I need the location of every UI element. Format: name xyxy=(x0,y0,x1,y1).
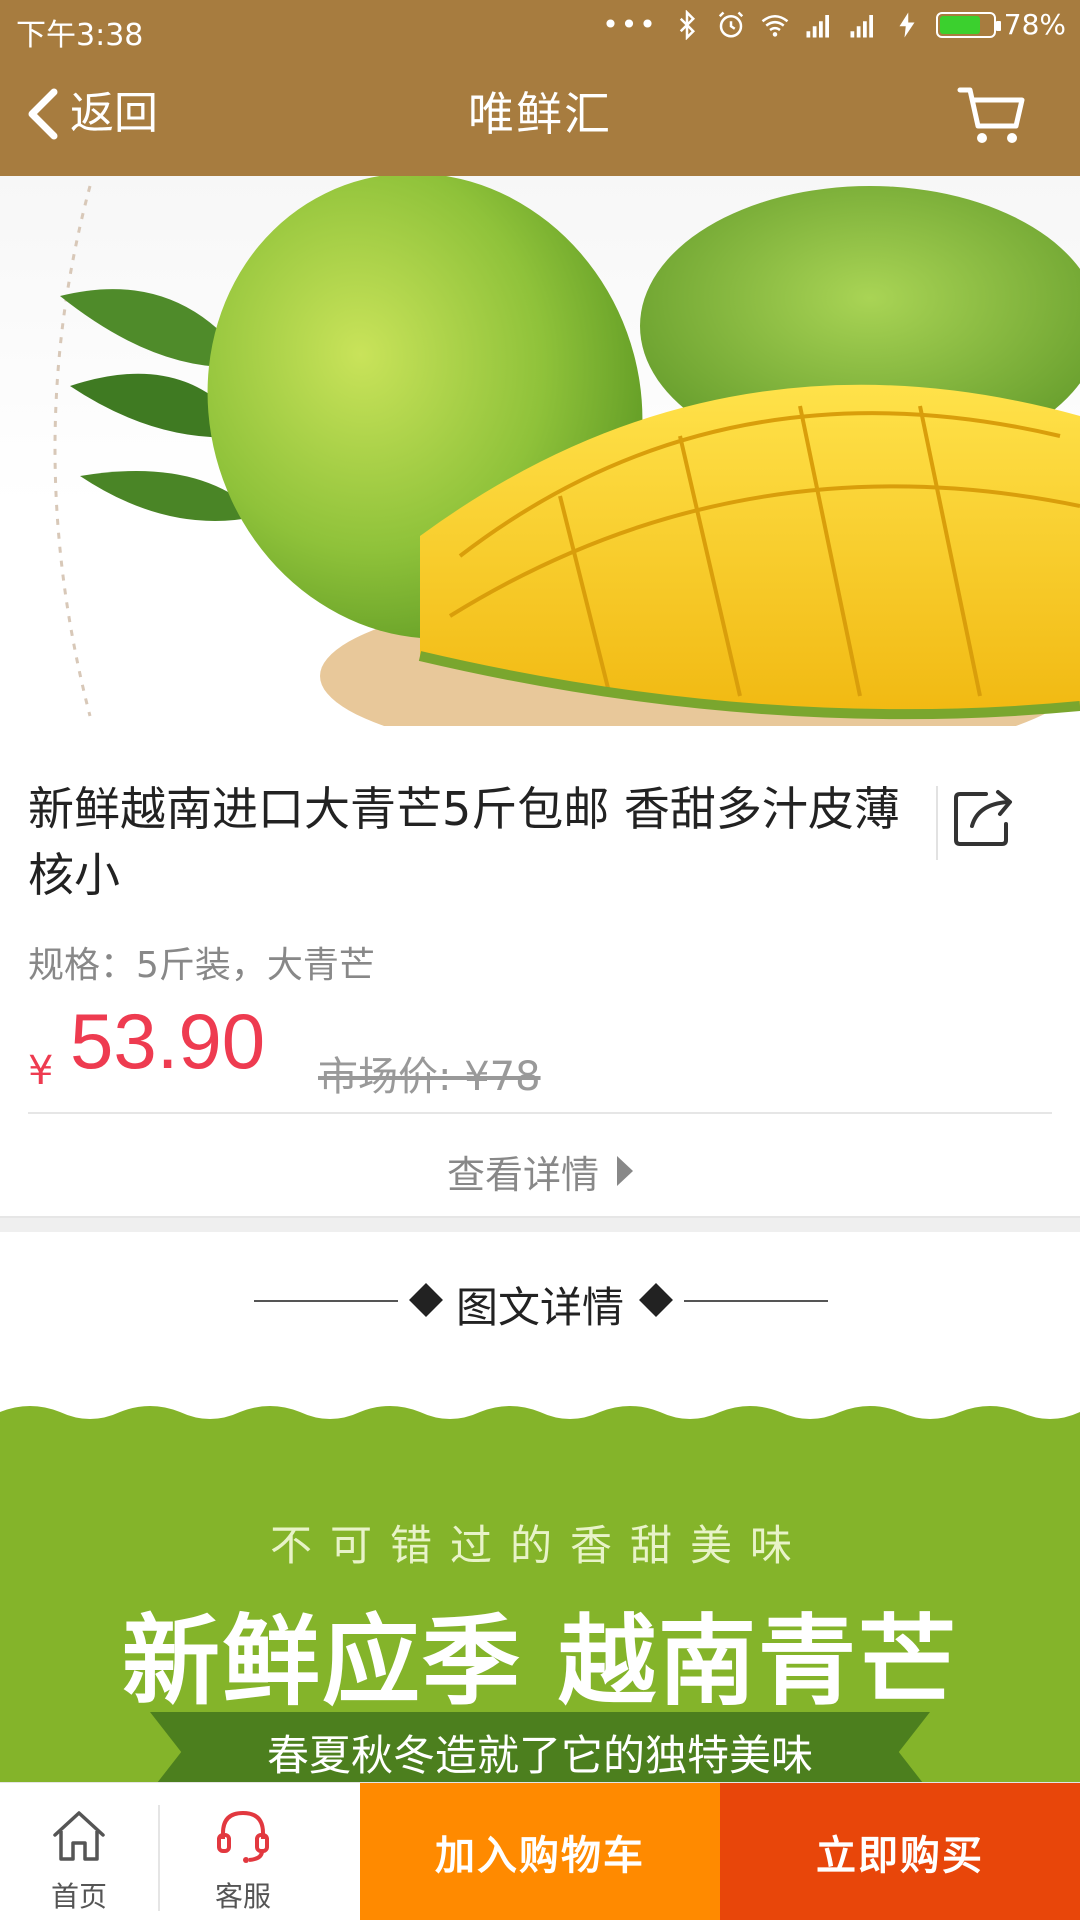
banner-subtitle: 不可错过的香甜美味 xyxy=(269,1521,810,1570)
headset-icon xyxy=(217,1810,269,1863)
bluetooth-icon xyxy=(679,9,695,40)
currency-symbol: ¥ xyxy=(28,1048,54,1094)
product-name: 新鲜越南进口大青芒5斤包邮 香甜多汁皮薄核小 xyxy=(28,782,900,902)
tab-customer-service[interactable]: 客服 xyxy=(168,1783,318,1920)
app-header: 返回 唯鲜汇 xyxy=(0,56,1080,176)
tab-customer-service-label: 客服 xyxy=(214,1880,271,1913)
buy-now-button[interactable]: 立即购买 xyxy=(720,1783,1080,1920)
chevron-right-icon xyxy=(617,1156,633,1186)
tab-home-label: 首页 xyxy=(50,1880,107,1913)
product-price: 53.90 xyxy=(70,997,266,1085)
banner-ribbon: 春夏秋冬造就了它的独特美味 xyxy=(150,1712,930,1782)
bottom-action-bar: 首页 客服 加入购物车 立即购买 xyxy=(0,1782,1080,1920)
cart-icon[interactable] xyxy=(956,80,1028,152)
hero-illustration xyxy=(53,176,1080,726)
add-to-cart-button[interactable]: 加入购物车 xyxy=(360,1783,720,1920)
section-title: 图文详情 xyxy=(455,1283,624,1332)
battery-percent: 78% xyxy=(1003,8,1066,41)
wifi-icon xyxy=(761,14,789,37)
status-bar: 下午3:38 ••• 78% xyxy=(0,0,1080,56)
page-title: 唯鲜汇 xyxy=(468,87,612,141)
more-dots-icon: ••• xyxy=(602,8,658,41)
mango-product-image xyxy=(0,176,1080,726)
home-icon xyxy=(53,1811,105,1861)
divider xyxy=(684,1300,828,1302)
market-price: 市场价: ¥78 xyxy=(318,1054,541,1100)
alarm-icon xyxy=(718,11,743,37)
divider xyxy=(28,1112,1052,1114)
status-time: 下午3:38 xyxy=(16,18,144,53)
promo-banner: 不可错过的香甜美味 新鲜应季 越南青芒 春夏秋冬造就了它的独特美味 xyxy=(0,1402,1080,1782)
divider xyxy=(936,786,938,860)
product-info: 新鲜越南进口大青芒5斤包邮 香甜多汁皮薄核小 规格：5斤装，大青芒 ¥ 53.9… xyxy=(0,726,1080,1216)
section-gap xyxy=(0,1216,1080,1232)
battery-icon: 78% xyxy=(935,8,1066,41)
view-details-label: 查看详情 xyxy=(446,1152,599,1197)
wave-edge xyxy=(0,1402,1080,1419)
banner-headline: 新鲜应季 越南青芒 xyxy=(121,1605,959,1719)
divider xyxy=(158,1805,160,1911)
signal-icon xyxy=(806,14,829,37)
product-spec: 规格：5斤装，大青芒 xyxy=(28,945,375,986)
banner-ribbon-text: 春夏秋冬造就了它的独特美味 xyxy=(266,1731,813,1780)
detail-section-header: 图文详情 xyxy=(0,1232,1080,1402)
status-icons: ••• 78% xyxy=(602,8,1066,41)
share-icon[interactable] xyxy=(952,784,1018,850)
charging-icon xyxy=(899,12,915,37)
tab-home[interactable]: 首页 xyxy=(4,1783,154,1920)
view-details-link[interactable]: 查看详情 xyxy=(0,1126,1080,1216)
signal-icon xyxy=(850,14,873,37)
